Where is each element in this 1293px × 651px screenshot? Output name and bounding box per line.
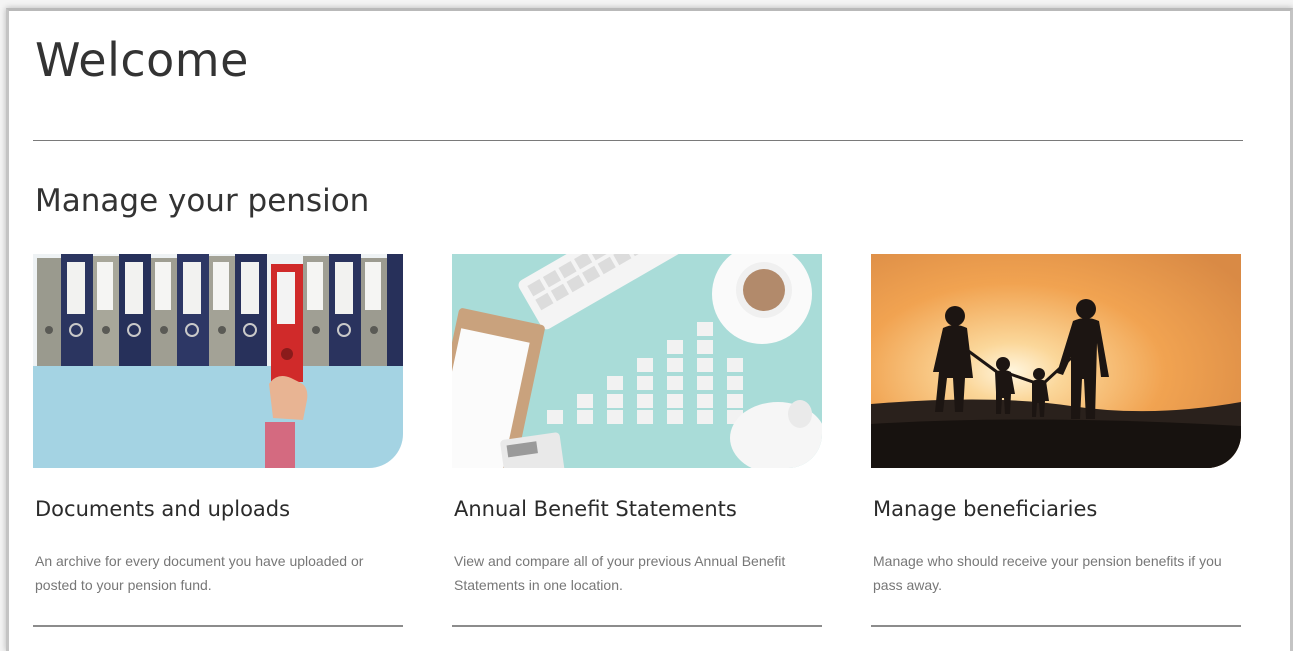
card-underline [871, 625, 1241, 627]
section-title: Manage your pension [35, 183, 370, 219]
card-title[interactable]: Manage beneficiaries [873, 497, 1097, 521]
card-underline [33, 625, 403, 627]
card-title[interactable]: Annual Benefit Statements [454, 497, 737, 521]
card-description: Manage who should receive your pension b… [873, 553, 1222, 593]
family-sunset-image[interactable] [871, 254, 1241, 468]
card-documents-uploads[interactable]: Documents and uploads An archive for eve… [33, 254, 403, 627]
card-annual-benefit-statements[interactable]: Annual Benefit Statements View and compa… [452, 254, 822, 627]
binders-image[interactable] [33, 254, 403, 468]
card-underline [452, 625, 822, 627]
page-frame: Welcome Manage your pension Documents an… [6, 8, 1293, 651]
card-description: View and compare all of your previous An… [454, 553, 786, 593]
card-manage-beneficiaries[interactable]: Manage beneficiaries Manage who should r… [871, 254, 1241, 627]
page-title: Welcome [35, 33, 249, 87]
desk-chart-image[interactable] [452, 254, 822, 468]
card-title[interactable]: Documents and uploads [35, 497, 290, 521]
title-divider [33, 140, 1243, 141]
card-description: An archive for every document you have u… [35, 553, 364, 593]
